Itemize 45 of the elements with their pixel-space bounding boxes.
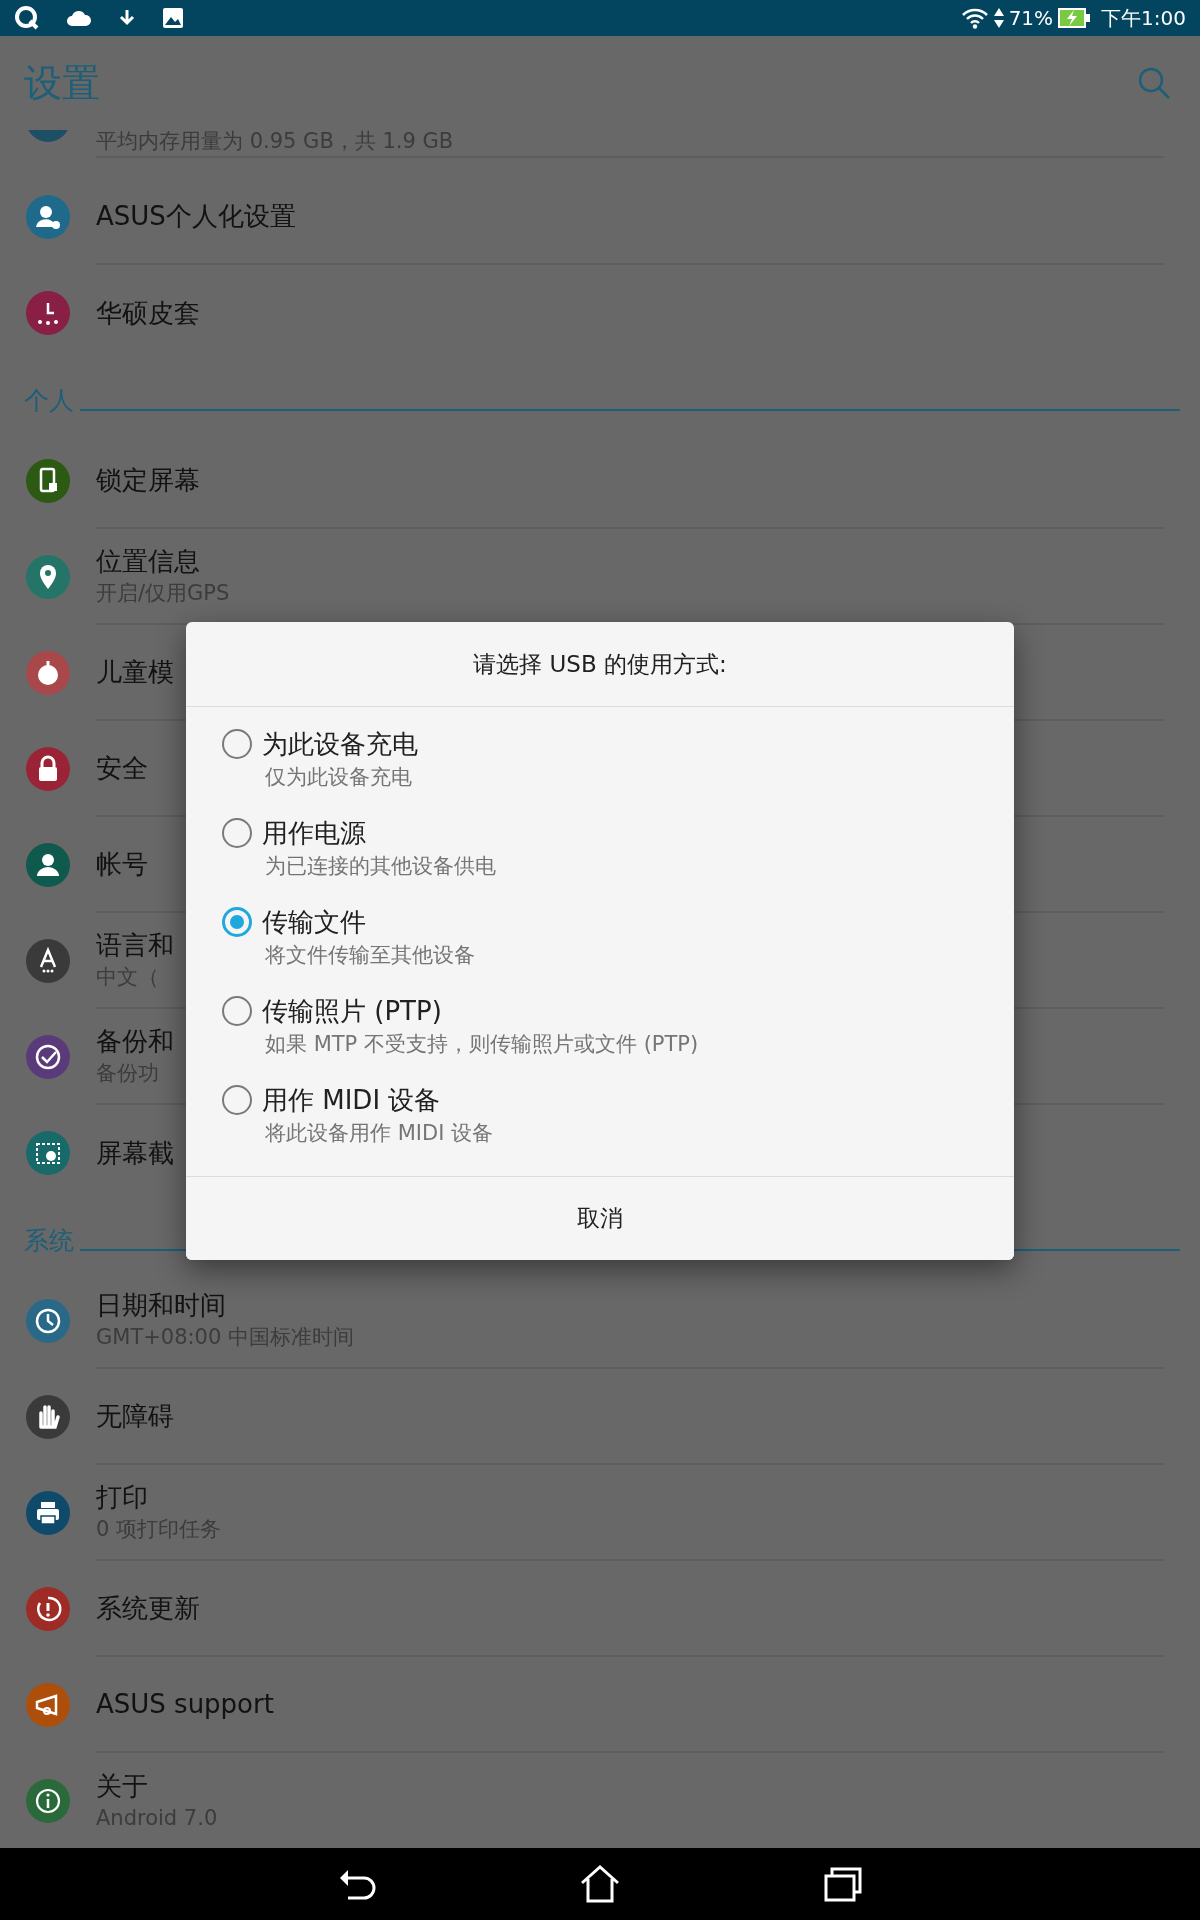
dialog-title: 请选择 USB 的使用方式: [473,649,727,679]
battery-charging-icon [1057,7,1092,29]
usb-option[interactable]: 为此设备充电 仅为此设备充电 [186,721,1014,810]
app-title: 设置 [24,59,100,107]
clock: 下午1:00 [1101,5,1186,32]
battery-percent: 71% [1008,5,1054,32]
option-description: 将文件传输至其他设备 [265,942,475,969]
option-label: 用作电源 [262,817,367,850]
option-description: 将此设备用作 MIDI 设备 [265,1120,494,1147]
setting-title[interactable]: 日期和时间 [96,1288,1164,1322]
radio-button[interactable] [222,1085,252,1115]
notification-icon [14,5,40,31]
option-label: 用作 MIDI 设备 [262,1084,442,1117]
option-label: 传输文件 [262,906,367,939]
wifi-icon [960,7,989,29]
option-description: 仅为此设备充电 [265,764,413,791]
radio-button[interactable] [222,729,252,759]
usb-option[interactable]: 传输文件 将文件传输至其他设备 [186,899,1014,988]
setting-title[interactable]: 华硕皮套 [96,296,1164,330]
setting-title[interactable]: 无障碍 [96,1399,1164,1433]
setting-title[interactable]: 关于 [96,1769,1164,1803]
option-description: 如果 MTP 不受支持，则传输照片或文件 (PTP) [265,1031,699,1058]
section-header: 个人 [24,388,74,413]
radio-button[interactable] [222,818,252,848]
section-header: 系统 [24,1228,74,1253]
radio-button[interactable] [222,907,252,937]
usb-option[interactable]: 传输照片 (PTP) 如果 MTP 不受支持，则传输照片或文件 (PTP) [186,988,1014,1077]
setting-title[interactable]: 锁定屏幕 [96,463,1164,497]
image-icon [162,7,184,29]
cloud-icon [66,9,92,27]
usb-option[interactable]: 用作电源 为已连接的其他设备供电 [186,810,1014,899]
option-label: 为此设备充电 [262,728,418,761]
option-description: 为已连接的其他设备供电 [265,853,496,880]
home-icon[interactable] [578,1863,622,1905]
download-icon [118,8,136,28]
option-label: 传输照片 (PTP) [262,995,443,1028]
usb-option[interactable]: 用作 MIDI 设备 将此设备用作 MIDI 设备 [186,1077,1014,1166]
setting-title[interactable]: 位置信息 [96,544,1164,578]
setting-title[interactable]: ASUS support [96,1687,1164,1721]
radio-button[interactable] [222,996,252,1026]
data-arrows-icon [992,6,1005,30]
setting-title[interactable]: 打印 [96,1480,1164,1514]
setting-title[interactable]: ASUS个人化设置 [96,199,1164,233]
cancel-button[interactable]: 取消 [186,1176,1014,1260]
setting-title[interactable]: 系统更新 [96,1591,1164,1625]
